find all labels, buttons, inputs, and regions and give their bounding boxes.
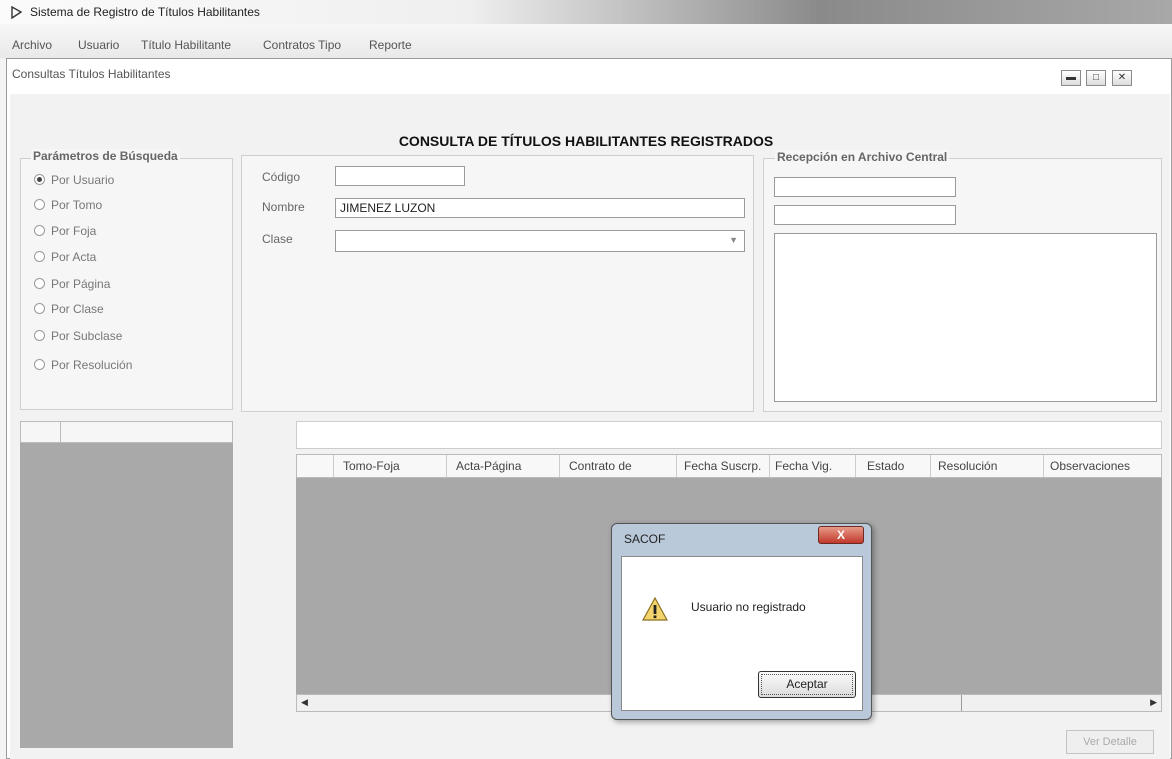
radio-por-subclase[interactable]: Por Subclase bbox=[34, 329, 122, 347]
col-divider bbox=[1043, 455, 1044, 477]
ver-detalle-button[interactable]: Ver Detalle bbox=[1066, 730, 1154, 754]
col-divider bbox=[559, 455, 560, 477]
radio-por-acta[interactable]: Por Acta bbox=[34, 250, 96, 268]
chevron-down-icon: ▼ bbox=[729, 235, 738, 245]
radio-icon bbox=[34, 225, 45, 236]
codigo-field[interactable] bbox=[335, 166, 465, 186]
col-tomo-foja[interactable]: Tomo-Foja bbox=[343, 459, 400, 473]
menu-contratos-tipo[interactable]: Contratos Tipo bbox=[263, 38, 341, 52]
radio-icon bbox=[34, 303, 45, 314]
radio-por-pagina[interactable]: Por Página bbox=[34, 277, 110, 295]
menu-titulo-habilitante[interactable]: Título Habilitante bbox=[141, 38, 231, 52]
reception-label: Recepción en Archivo Central bbox=[775, 150, 950, 164]
scroll-right-icon[interactable]: ▶ bbox=[1150, 697, 1157, 708]
radio-por-resolucion[interactable]: Por Resolución bbox=[34, 358, 132, 376]
radio-por-clase[interactable]: Por Clase bbox=[34, 302, 104, 320]
close-icon: X bbox=[836, 528, 845, 542]
warning-icon bbox=[641, 596, 669, 622]
radio-checked-icon bbox=[34, 174, 45, 185]
grid-toolbar bbox=[296, 421, 1162, 449]
dialog-title: SACOF bbox=[624, 532, 666, 546]
minimize-button[interactable]: ▬ bbox=[1061, 70, 1081, 86]
radio-icon bbox=[34, 330, 45, 341]
col-fecha-suscrp[interactable]: Fecha Suscrp. bbox=[684, 459, 761, 473]
col-divider bbox=[446, 455, 447, 477]
scroll-left-icon[interactable]: ◀ bbox=[301, 697, 308, 708]
col-divider bbox=[855, 455, 856, 477]
col-acta-pagina[interactable]: Acta-Página bbox=[456, 459, 521, 473]
col-resolucion[interactable]: Resolución bbox=[938, 459, 997, 473]
radio-icon bbox=[34, 199, 45, 210]
nombre-field[interactable]: JIMENEZ LUZON bbox=[335, 198, 745, 218]
col-divider bbox=[769, 455, 770, 477]
nombre-label: Nombre bbox=[262, 200, 305, 214]
col-divider bbox=[676, 455, 677, 477]
radio-por-tomo[interactable]: Por Tomo bbox=[34, 198, 102, 216]
reception-field-1[interactable] bbox=[774, 177, 956, 197]
criteria-group bbox=[241, 155, 754, 412]
left-list-divider bbox=[60, 421, 61, 443]
col-observaciones[interactable]: Observaciones bbox=[1050, 459, 1130, 473]
app-title: Sistema de Registro de Títulos Habilitan… bbox=[30, 5, 260, 19]
dialog-message: Usuario no registrado bbox=[691, 600, 806, 614]
col-estado[interactable]: Estado bbox=[867, 459, 904, 473]
col-divider bbox=[333, 455, 334, 477]
radio-por-usuario[interactable]: Por Usuario bbox=[34, 173, 114, 191]
menu-reporte[interactable]: Reporte bbox=[369, 38, 412, 52]
left-list-header bbox=[20, 421, 233, 443]
left-list-panel[interactable] bbox=[20, 421, 233, 748]
radio-icon bbox=[34, 359, 45, 370]
menu-usuario[interactable]: Usuario bbox=[78, 38, 119, 52]
radio-por-foja[interactable]: Por Foja bbox=[34, 224, 96, 242]
menu-archivo[interactable]: Archivo bbox=[12, 38, 52, 52]
reception-field-2[interactable] bbox=[774, 205, 956, 225]
dialog-close-button[interactable]: X bbox=[818, 526, 864, 544]
col-divider bbox=[930, 455, 931, 477]
col-fecha-vig[interactable]: Fecha Vig. bbox=[775, 459, 832, 473]
reception-notes[interactable] bbox=[774, 233, 1157, 402]
scroll-thumb-edge bbox=[961, 695, 962, 711]
codigo-label: Código bbox=[262, 170, 301, 184]
restore-button[interactable]: □ bbox=[1086, 70, 1106, 86]
mdi-window-title: Consultas Títulos Habilitantes bbox=[12, 67, 171, 81]
minimize-icon: ▬ bbox=[1066, 72, 1076, 83]
app-icon bbox=[10, 5, 23, 20]
clase-select[interactable]: ▼ bbox=[335, 230, 745, 252]
search-params-label: Parámetros de Búsqueda bbox=[31, 149, 180, 163]
aceptar-button[interactable]: Aceptar bbox=[758, 671, 856, 698]
col-contrato-de[interactable]: Contrato de bbox=[569, 459, 632, 473]
close-icon: ✕ bbox=[1117, 72, 1127, 83]
page-title: CONSULTA DE TÍTULOS HABILITANTES REGISTR… bbox=[398, 133, 774, 149]
clase-label: Clase bbox=[262, 232, 293, 246]
restore-icon: □ bbox=[1092, 72, 1100, 83]
radio-icon bbox=[34, 251, 45, 262]
radio-icon bbox=[34, 278, 45, 289]
close-window-button[interactable]: ✕ bbox=[1112, 70, 1132, 86]
